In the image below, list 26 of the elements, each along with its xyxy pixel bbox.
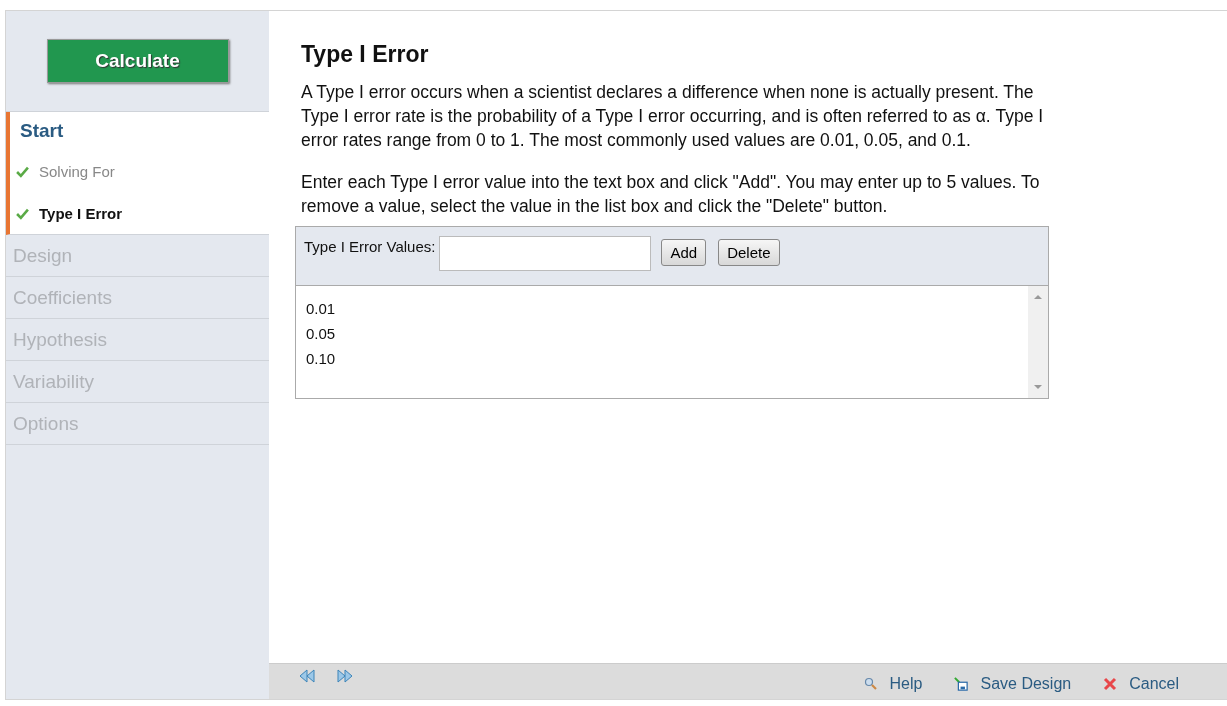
rewind-icon[interactable]: [297, 669, 317, 683]
delete-button[interactable]: Delete: [718, 239, 780, 266]
field-label: Type I Error Values:: [304, 238, 436, 255]
list-item[interactable]: 0.05: [306, 321, 336, 346]
save-design-link[interactable]: Save Design: [980, 674, 1072, 693]
instruction-paragraph: A Type I error occurs when a scientist declares a difference when none is actually present. The Type I error rate is the probability of a Type I error occurring, and is often referred to as α. Type I error rates range from 0 to 1. The most commonly used values are 0.01, 0.05, and 0.1.: [301, 81, 1045, 152]
calculate-button[interactable]: Calculate: [46, 39, 229, 83]
values-list-box[interactable]: 0.01 0.05 0.10: [296, 286, 1048, 398]
scroll-up-icon[interactable]: [1033, 294, 1043, 300]
fast-forward-icon[interactable]: [335, 669, 355, 683]
close-icon: [1103, 676, 1118, 691]
search-icon: [863, 676, 878, 691]
add-button[interactable]: Add: [661, 239, 707, 266]
value-input-field[interactable]: [439, 236, 652, 271]
save-icon: [954, 676, 969, 691]
list-item[interactable]: 0.01: [306, 296, 336, 321]
help-link[interactable]: Help: [889, 674, 923, 693]
sidebar-subitem[interactable]: Solving For: [10, 150, 269, 192]
scrollbar[interactable]: [1028, 286, 1048, 398]
page-title: Type I Error: [301, 41, 430, 68]
list-item[interactable]: 0.10: [306, 346, 336, 371]
instruction-paragraph: Enter each Type I error value into the text box and click "Add". You may enter up to 5 values. To remove a value, select the value in the list box and click the "Delete" button.: [301, 171, 1041, 218]
sidebar-subitem[interactable]: Type I Error: [10, 192, 269, 234]
scroll-down-icon[interactable]: [1033, 384, 1043, 390]
cancel-link[interactable]: Cancel: [1129, 674, 1179, 693]
sidebar-item[interactable]: Start: [10, 112, 269, 150]
